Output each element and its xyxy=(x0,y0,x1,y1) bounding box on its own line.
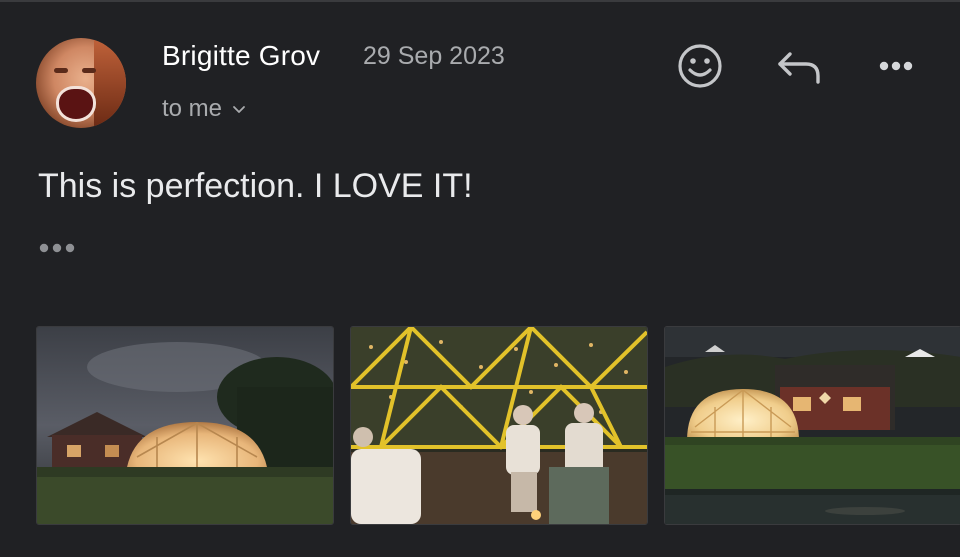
dome-photo-1 xyxy=(37,327,333,524)
ellipsis-icon[interactable] xyxy=(38,239,80,257)
attachment-image[interactable] xyxy=(664,326,960,525)
email-date: 29 Sep 2023 xyxy=(363,42,505,70)
attachment-image[interactable] xyxy=(350,326,648,525)
avatar[interactable] xyxy=(36,38,126,128)
avatar-eye xyxy=(54,68,68,73)
recipient-toggle[interactable]: to me xyxy=(162,95,246,123)
attachment-image[interactable] xyxy=(36,326,334,525)
avatar-hair xyxy=(94,38,126,128)
message-body: This is perfection. I LOVE IT! xyxy=(38,167,473,205)
recipient-label: to me xyxy=(162,95,223,122)
avatar-mouth xyxy=(56,86,96,122)
smiley-face-icon[interactable] xyxy=(676,42,724,90)
top-divider xyxy=(0,0,960,2)
dome-photo-3 xyxy=(665,327,960,524)
reply-arrow-icon[interactable] xyxy=(776,48,822,86)
avatar-eye xyxy=(82,68,96,73)
chevron-down-icon xyxy=(233,106,245,113)
sender-name[interactable]: Brigitte Grov xyxy=(162,40,320,72)
dome-photo-2 xyxy=(351,327,647,524)
more-horizontal-icon[interactable] xyxy=(872,54,920,78)
